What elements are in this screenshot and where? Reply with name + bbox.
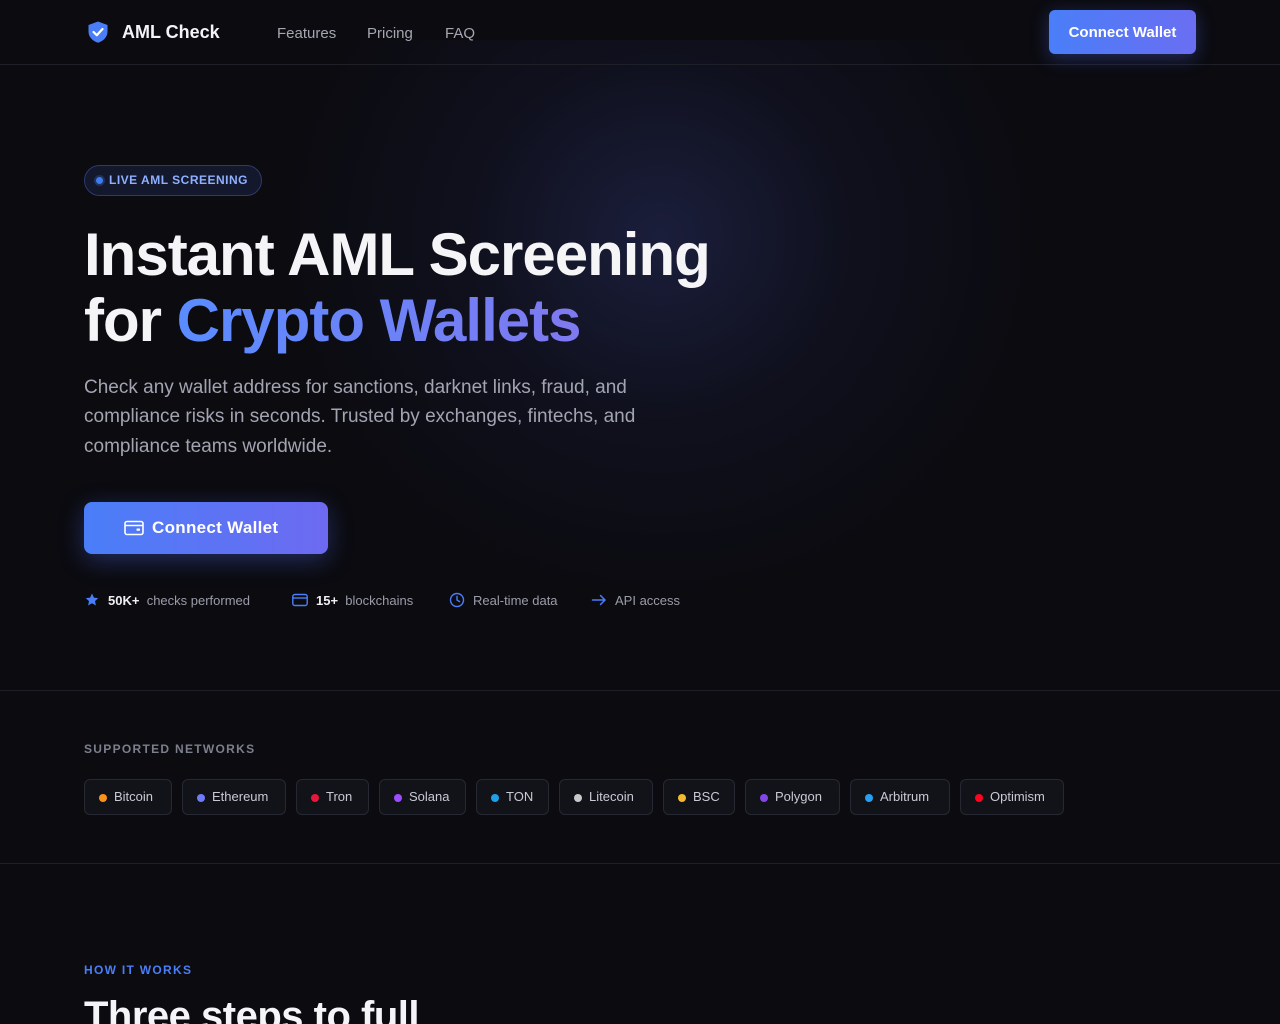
shield-check-icon — [88, 21, 108, 43]
network-chip-ton[interactable]: TON — [476, 779, 549, 815]
network-dot — [574, 794, 582, 802]
hero-description-line1: Check any wallet address for sanctions, … — [84, 377, 627, 398]
nav-features[interactable]: Features — [277, 25, 336, 42]
stat-checks-label: checks performed — [146, 593, 251, 608]
nav-faq[interactable]: FAQ — [445, 25, 475, 42]
wallet-icon — [124, 520, 144, 536]
network-dot — [975, 794, 983, 802]
network-chip-arbitrum[interactable]: Arbitrum — [850, 779, 950, 815]
stat-api-label: API access — [615, 593, 681, 608]
network-chip-ethereum[interactable]: Ethereum — [182, 779, 286, 815]
network-name: Bitcoin — [114, 789, 154, 804]
network-chip-tron[interactable]: Tron — [296, 779, 369, 815]
hero-description-line2: compliance risks in seconds. Trusted by … — [84, 406, 636, 427]
network-chip-litecoin[interactable]: Litecoin — [559, 779, 653, 815]
network-dot — [865, 794, 873, 802]
network-name: Litecoin — [589, 789, 634, 804]
section-divider — [0, 863, 1280, 864]
network-chip-optimism[interactable]: Optimism — [960, 779, 1064, 815]
network-dot — [197, 794, 205, 802]
live-badge: LIVE AML SCREENING — [84, 165, 263, 196]
network-chip-bsc[interactable]: BSC — [663, 779, 735, 815]
how-it-works-title: Three steps to full — [84, 994, 420, 1024]
clock-icon — [449, 592, 465, 608]
badge-label: LIVE AML SCREENING — [109, 173, 249, 187]
cta-label: Connect Wallet — [152, 518, 279, 537]
stat-blockchains-value: 15+ — [316, 593, 339, 608]
network-name: Polygon — [775, 789, 822, 804]
network-dot — [99, 794, 107, 802]
network-dot — [678, 794, 686, 802]
live-dot-icon — [96, 177, 103, 184]
stat-blockchains: 15+ blockchains — [292, 592, 427, 610]
nav-pricing[interactable]: Pricing — [367, 25, 413, 42]
network-name: Solana — [409, 789, 450, 804]
network-dot — [491, 794, 499, 802]
network-chip-solana[interactable]: Solana — [379, 779, 466, 815]
network-chip-polygon[interactable]: Polygon — [745, 779, 840, 815]
network-name: Optimism — [990, 789, 1045, 804]
card-icon — [292, 593, 308, 607]
brand-name[interactable]: AML Check — [122, 22, 220, 43]
header-connect-wallet-button[interactable]: Connect Wallet — [1049, 10, 1196, 54]
network-name: Ethereum — [212, 789, 269, 804]
network-chip-bitcoin[interactable]: Bitcoin — [84, 779, 172, 815]
stat-blockchains-label: blockchains — [345, 593, 414, 608]
stat-checks-value: 50K+ — [108, 593, 140, 608]
hero-title-prefix: for — [84, 287, 177, 354]
how-it-works-label: HOW IT WORKS — [84, 963, 193, 977]
site-header: AML Check Features Pricing FAQ Connect W… — [0, 0, 1280, 65]
network-name: TON — [506, 789, 534, 804]
network-name: Arbitrum — [880, 789, 930, 804]
star-icon — [85, 593, 99, 606]
hero-title-line2: for Crypto Wallets — [84, 286, 581, 355]
hero-title-line1: Instant AML Screening — [84, 221, 711, 288]
stat-realtime: Real-time data — [449, 592, 569, 610]
hero-title-highlight: Crypto Wallets — [176, 287, 582, 354]
hero-connect-wallet-button[interactable]: Connect Wallet — [84, 502, 328, 554]
arrow-right-icon — [591, 594, 606, 606]
network-name: Tron — [326, 789, 353, 804]
section-divider — [0, 690, 1280, 691]
hero-description-line3: compliance teams worldwide. — [84, 436, 333, 457]
stat-api: API access — [591, 592, 691, 610]
stat-checks: 50K+ checks performed — [84, 592, 269, 610]
network-dot — [311, 794, 319, 802]
networks-label: SUPPORTED NETWORKS — [84, 742, 256, 756]
network-name: BSC — [693, 789, 720, 804]
network-dot — [760, 794, 768, 802]
network-dot — [394, 794, 402, 802]
stat-realtime-label: Real-time data — [473, 593, 558, 608]
